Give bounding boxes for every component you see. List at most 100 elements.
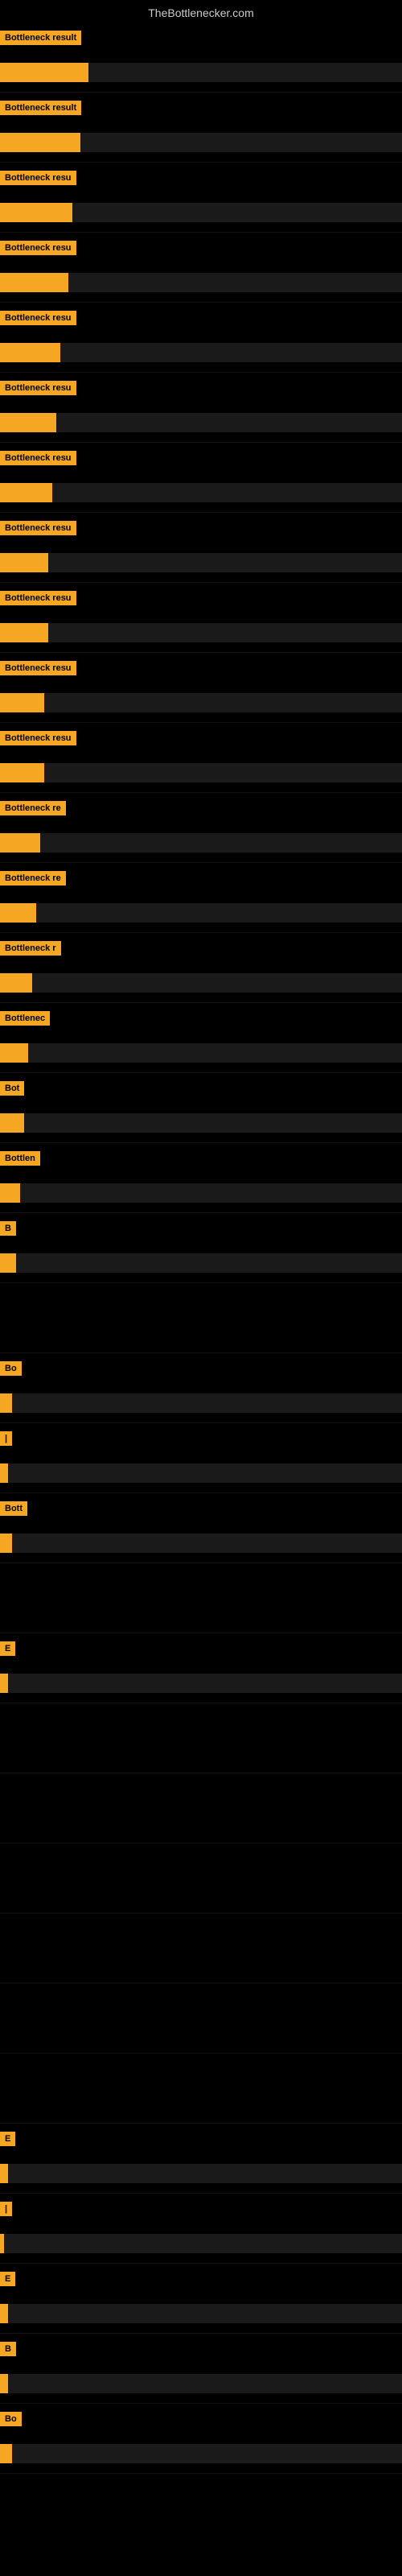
bottleneck-label: Bottleneck resu <box>0 381 76 395</box>
bar-background <box>0 2374 402 2393</box>
table-row: Bottlenec <box>0 1003 402 1073</box>
table-row: Bottleneck result <box>0 23 402 93</box>
table-row <box>0 1703 402 1773</box>
rows-container: Bottleneck result Bottleneck result Bottle… <box>0 23 402 2474</box>
bar-background <box>0 2164 402 2183</box>
bottleneck-label: Bottleneck resu <box>0 451 76 465</box>
bottleneck-label: Bottleneck re <box>0 801 66 815</box>
bottleneck-label: | <box>0 2202 12 2216</box>
bar-background <box>0 343 402 362</box>
table-row: Bo <box>0 2404 402 2474</box>
table-row: Bot <box>0 1073 402 1143</box>
site-title-container: TheBottlenecker.com <box>0 0 402 23</box>
bar-background <box>0 2234 402 2253</box>
table-row: B <box>0 2334 402 2404</box>
bar-background <box>0 133 402 152</box>
bottleneck-label: Bot <box>0 1081 24 1096</box>
table-row <box>0 1913 402 1984</box>
bar-fill <box>0 1534 12 1553</box>
bar-fill <box>0 553 48 572</box>
bar-fill <box>0 133 80 152</box>
bar-background <box>0 763 402 782</box>
bottleneck-label: Bottleneck resu <box>0 661 76 675</box>
bar-fill <box>0 2164 8 2183</box>
bottleneck-label: Bottleneck resu <box>0 311 76 325</box>
bar-background <box>0 483 402 502</box>
table-row: E <box>0 2264 402 2334</box>
table-row <box>0 1984 402 2054</box>
bottleneck-label: Bottleneck resu <box>0 171 76 185</box>
bottleneck-label: Bottlenec <box>0 1011 50 1026</box>
bar-background <box>0 903 402 923</box>
table-row: B <box>0 1213 402 1283</box>
bottleneck-label: Bottleneck resu <box>0 521 76 535</box>
table-row: Bo <box>0 1353 402 1423</box>
bar-background <box>0 1043 402 1063</box>
bar-fill <box>0 833 40 852</box>
bar-fill <box>0 343 60 362</box>
bar-background <box>0 2304 402 2323</box>
table-row: Bottleneck resu <box>0 723 402 793</box>
table-row <box>0 1283 402 1353</box>
bar-fill <box>0 2304 8 2323</box>
bar-background <box>0 413 402 432</box>
bottleneck-label: B <box>0 2342 16 2356</box>
bottleneck-label: Bottleneck resu <box>0 591 76 605</box>
bar-background <box>0 1463 402 1483</box>
bottleneck-label: Bottleneck result <box>0 101 81 115</box>
bottleneck-label: Bottleneck resu <box>0 731 76 745</box>
bottleneck-label: Bottlen <box>0 1151 40 1166</box>
bar-background <box>0 973 402 993</box>
bar-fill <box>0 1674 8 1693</box>
bottleneck-label: Bo <box>0 1361 22 1376</box>
bar-fill <box>0 2444 12 2463</box>
bar-fill <box>0 1113 24 1133</box>
table-row: Bottleneck r <box>0 933 402 1003</box>
table-row: Bottleneck resu <box>0 443 402 513</box>
table-row: Bottleneck resu <box>0 373 402 443</box>
bottleneck-label: | <box>0 1431 12 1446</box>
table-row: | <box>0 1423 402 1493</box>
bar-fill <box>0 903 36 923</box>
bar-fill <box>0 63 88 82</box>
table-row: Bottleneck resu <box>0 233 402 303</box>
table-row: Bottleneck resu <box>0 653 402 723</box>
bar-fill <box>0 1463 8 1483</box>
bar-fill <box>0 413 56 432</box>
table-row: Bottleneck re <box>0 863 402 933</box>
site-title: TheBottlenecker.com <box>0 0 402 23</box>
bar-fill <box>0 2374 8 2393</box>
table-row: Bottleneck re <box>0 793 402 863</box>
bar-background <box>0 1534 402 1553</box>
table-row: Bott <box>0 1493 402 1563</box>
table-row <box>0 2054 402 2124</box>
bar-background <box>0 1393 402 1413</box>
bottleneck-label: B <box>0 1221 16 1236</box>
table-row <box>0 1773 402 1843</box>
table-row: | <box>0 2194 402 2264</box>
bar-background <box>0 553 402 572</box>
bar-fill <box>0 1043 28 1063</box>
bar-background <box>0 1674 402 1693</box>
table-row: Bottleneck resu <box>0 583 402 653</box>
table-row: Bottleneck resu <box>0 163 402 233</box>
bottleneck-label: Bottleneck r <box>0 941 61 956</box>
bottleneck-label: Bottleneck re <box>0 871 66 886</box>
bar-fill <box>0 693 44 712</box>
bar-background <box>0 1113 402 1133</box>
bottleneck-label: Bott <box>0 1501 27 1516</box>
bar-background <box>0 833 402 852</box>
table-row: Bottleneck result <box>0 93 402 163</box>
bar-background <box>0 1183 402 1203</box>
bar-background <box>0 693 402 712</box>
bar-fill <box>0 273 68 292</box>
table-row: Bottleneck resu <box>0 303 402 373</box>
bottleneck-label: Bo <box>0 2412 22 2426</box>
bar-fill <box>0 203 72 222</box>
bar-fill <box>0 1393 12 1413</box>
bar-background <box>0 623 402 642</box>
bar-fill <box>0 763 44 782</box>
bar-fill <box>0 483 52 502</box>
bottleneck-label: Bottleneck result <box>0 31 81 45</box>
bottleneck-label: E <box>0 2272 15 2286</box>
